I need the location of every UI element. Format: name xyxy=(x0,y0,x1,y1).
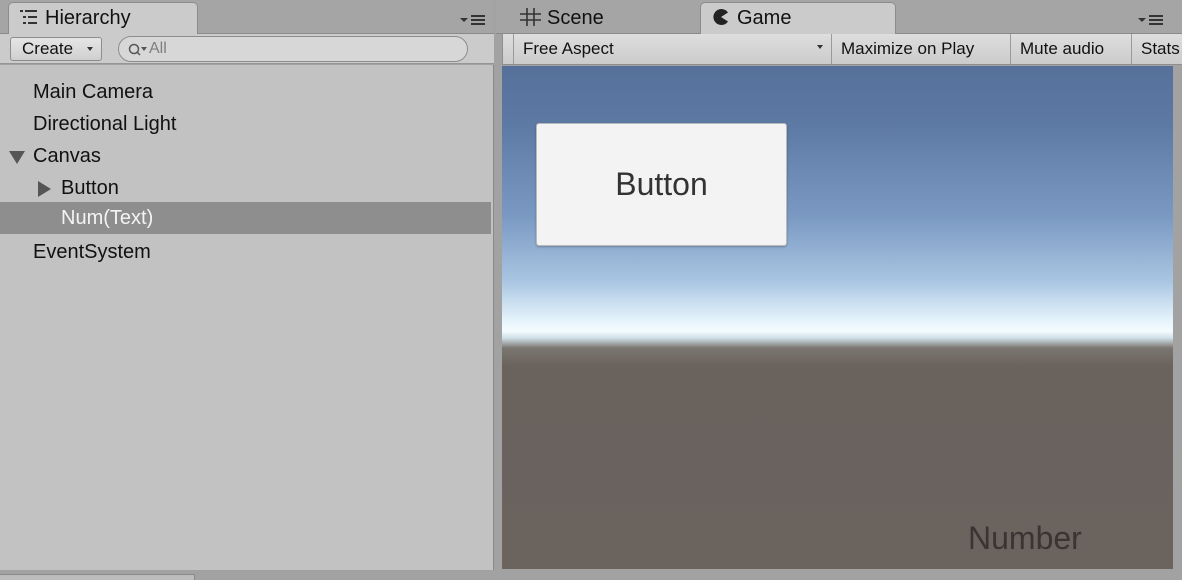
game-view-border xyxy=(1173,66,1182,570)
panel-menu-icon[interactable] xyxy=(1138,12,1166,28)
stats-label: Stats xyxy=(1141,39,1180,58)
aspect-label: Free Aspect xyxy=(523,39,614,58)
game-ui-button[interactable]: Button xyxy=(536,123,787,246)
tab-hierarchy-label: Hierarchy xyxy=(45,7,131,29)
tab-scene[interactable]: Scene xyxy=(510,2,690,34)
game-view[interactable]: Button Number xyxy=(502,66,1173,569)
hierarchy-item-label: Button xyxy=(61,177,119,199)
hierarchy-item-num-text[interactable]: Num(Text) xyxy=(0,202,491,234)
aspect-dropdown[interactable]: Free Aspect xyxy=(513,34,832,64)
hierarchy-item-eventsystem[interactable]: EventSystem xyxy=(0,236,491,268)
game-number-text: Number xyxy=(968,520,1082,556)
hierarchy-item-canvas[interactable]: Canvas xyxy=(0,140,491,172)
mute-audio-toggle[interactable]: Mute audio xyxy=(1011,34,1132,64)
hierarchy-list-icon xyxy=(17,6,41,26)
game-ui-button-label: Button xyxy=(615,166,708,202)
hierarchy-tab-bar: Hierarchy xyxy=(0,0,494,34)
hierarchy-item-label: Num(Text) xyxy=(61,207,154,229)
horizontal-scrollbar[interactable] xyxy=(0,574,195,580)
search-input[interactable] xyxy=(149,39,449,59)
tab-scene-label: Scene xyxy=(547,7,604,29)
hierarchy-item-directional-light[interactable]: Directional Light xyxy=(0,108,491,140)
stats-toggle[interactable]: Stats xyxy=(1132,34,1182,64)
hierarchy-item-button[interactable]: Button xyxy=(0,172,491,204)
hierarchy-list: Main Camera Directional Light Canvas But… xyxy=(0,65,494,570)
grid-icon xyxy=(519,6,543,26)
maximize-on-play-toggle[interactable]: Maximize on Play xyxy=(832,34,1011,64)
hierarchy-item-label: Directional Light xyxy=(33,113,177,135)
aspect-caret-icon xyxy=(817,45,823,49)
panel-menu-icon[interactable] xyxy=(460,12,488,28)
hierarchy-item-label: EventSystem xyxy=(33,241,151,263)
mute-label: Mute audio xyxy=(1020,39,1105,58)
tab-hierarchy[interactable]: Hierarchy xyxy=(8,2,198,34)
search-icon xyxy=(128,42,150,58)
bottom-strip xyxy=(0,570,1182,580)
hierarchy-item-label: Main Camera xyxy=(33,81,154,103)
game-toolbar: Free Aspect Maximize on Play Mute audio … xyxy=(502,34,1182,65)
hierarchy-item-label: Canvas xyxy=(33,145,101,167)
hierarchy-search[interactable] xyxy=(118,36,468,62)
expand-arrow-right-icon[interactable] xyxy=(38,181,51,197)
tab-game[interactable]: Game xyxy=(700,2,896,34)
create-dropdown-button[interactable]: Create xyxy=(10,37,102,61)
game-tab-bar: Scene Game xyxy=(496,0,1182,34)
maximize-label: Maximize on Play xyxy=(841,39,975,58)
game-pacman-icon xyxy=(709,6,733,26)
expand-arrow-down-icon[interactable] xyxy=(9,151,25,164)
hierarchy-item-main-camera[interactable]: Main Camera xyxy=(0,76,491,108)
tab-game-label: Game xyxy=(737,7,792,29)
create-caret-icon xyxy=(87,47,93,51)
hierarchy-toolbar: Create xyxy=(0,34,494,64)
create-label: Create xyxy=(22,39,74,58)
